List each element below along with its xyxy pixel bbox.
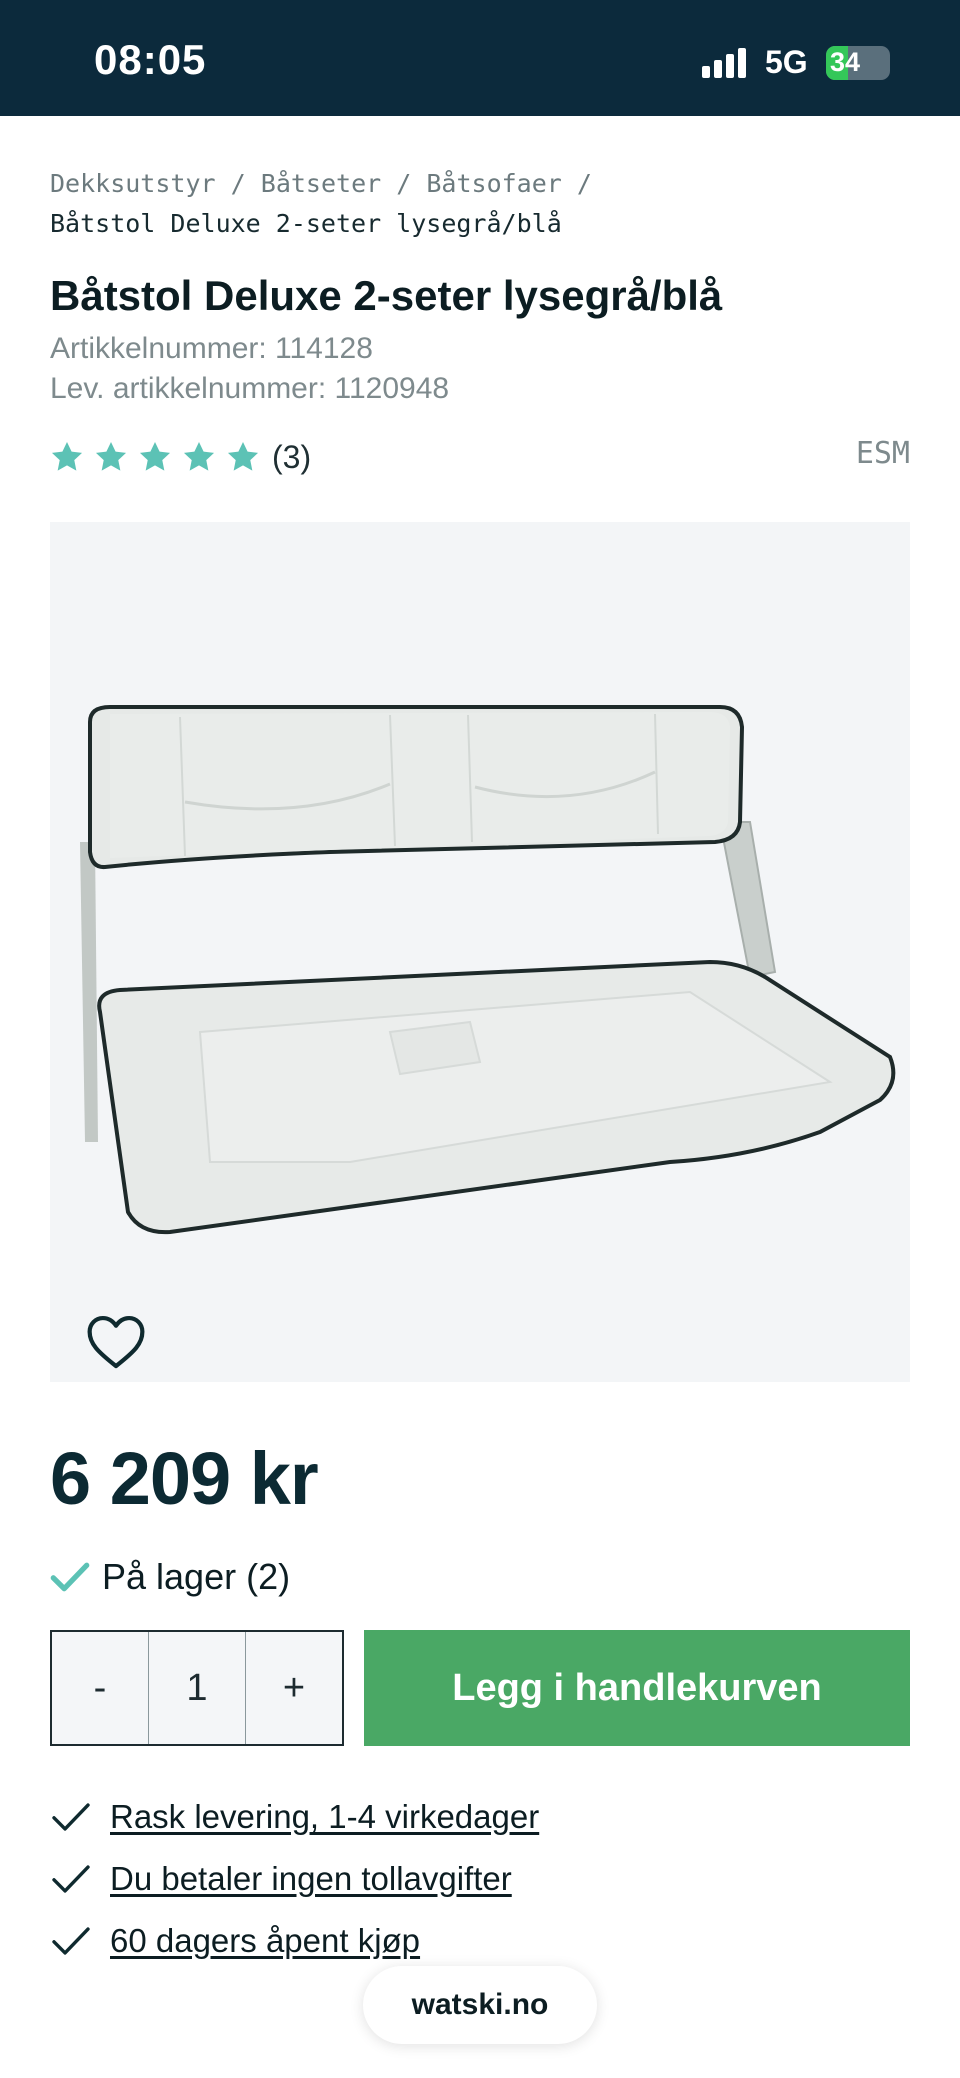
star-icon [227,441,259,471]
product-price: 6 209 kr [50,1437,319,1520]
star-icon [183,441,215,471]
benefit-item: Rask levering, 1-4 virkedager [50,1786,539,1848]
check-icon [52,1927,90,1955]
boat-seat-image [80,705,896,1235]
benefit-item: 60 dagers åpent kjøp [50,1910,539,1972]
check-icon [52,1803,90,1831]
rating[interactable]: (3) [48,436,311,478]
breadcrumb-link-dekksutstyr[interactable]: Dekksutstyr [50,169,216,198]
heart-outline-icon [87,1315,145,1369]
battery-icon: 34 [826,46,890,80]
battery-level: 34 [830,47,861,77]
stock-text: På lager (2) [102,1556,291,1597]
breadcrumb-separator: / [576,169,592,198]
article-number: Artikkelnummer: 114128 [50,332,373,365]
star-icon [95,441,127,471]
star-icon [139,441,171,471]
quantity-stepper: - 1 + [50,1630,344,1746]
breadcrumb-separator: / [396,169,412,198]
breadcrumb-link-batsofaer[interactable]: Båtsofaer [426,169,561,198]
benefit-link-delivery[interactable]: Rask levering, 1-4 virkedager [110,1798,539,1836]
breadcrumb-current: Båtstol Deluxe 2-seter lysegrå/blå [50,209,562,238]
signal-strength-icon [702,48,750,78]
favorite-button[interactable] [84,1312,148,1370]
breadcrumb-link-batseter[interactable]: Båtseter [261,169,381,198]
breadcrumb: Dekksutstyr / Båtseter / Båtsofaer / Båt… [50,164,910,244]
brand-name: ESM [855,436,910,471]
check-icon [50,1562,90,1592]
benefits-list: Rask levering, 1-4 virkedager Du betaler… [50,1786,539,1972]
decrement-button[interactable]: - [52,1632,149,1744]
network-type: 5G [765,44,808,80]
benefit-link-customs[interactable]: Du betaler ingen tollavgifter [110,1860,512,1898]
product-image[interactable] [50,522,910,1382]
rating-count: (3) [272,438,312,475]
benefit-link-returns[interactable]: 60 dagers åpent kjøp [110,1922,420,1960]
browser-address-bar[interactable]: watski.no [363,1966,597,2044]
status-bar: 08:05 5G 34 [0,0,960,116]
product-title: Båtstol Deluxe 2-seter lysegrå/blå [50,272,723,319]
breadcrumb-separator: / [230,169,246,198]
increment-button[interactable]: + [246,1632,342,1744]
add-to-cart-button[interactable]: Legg i handlekurven [364,1630,910,1746]
supplier-article-number: Lev. artikkelnummer: 1120948 [50,372,450,405]
status-time: 08:05 [94,36,207,83]
stock-status: På lager (2) [50,1556,290,1598]
benefit-item: Du betaler ingen tollavgifter [50,1848,539,1910]
check-icon [52,1865,90,1893]
star-icon [51,441,83,471]
quantity-value[interactable]: 1 [149,1632,246,1744]
